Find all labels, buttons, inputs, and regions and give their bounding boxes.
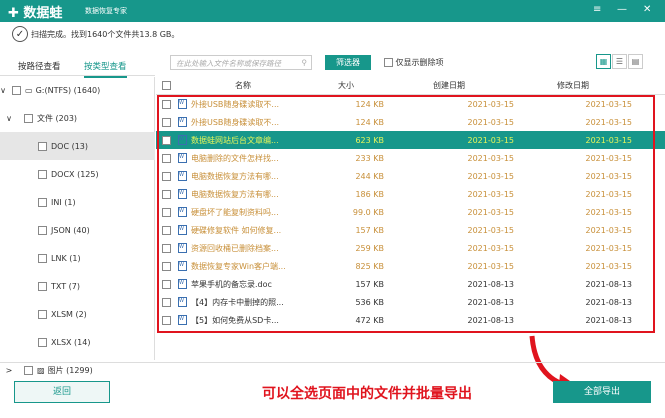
annotation-arrow — [529, 335, 580, 395]
back-button[interactable]: 返回 — [14, 381, 110, 403]
bottom-bar: 返回 可以全选页面中的文件并批量导出 全部导出 — [0, 362, 665, 418]
annotation-text: 可以全选页面中的文件并批量导出 — [262, 386, 472, 402]
export-all-button[interactable]: 全部导出 — [553, 381, 651, 403]
